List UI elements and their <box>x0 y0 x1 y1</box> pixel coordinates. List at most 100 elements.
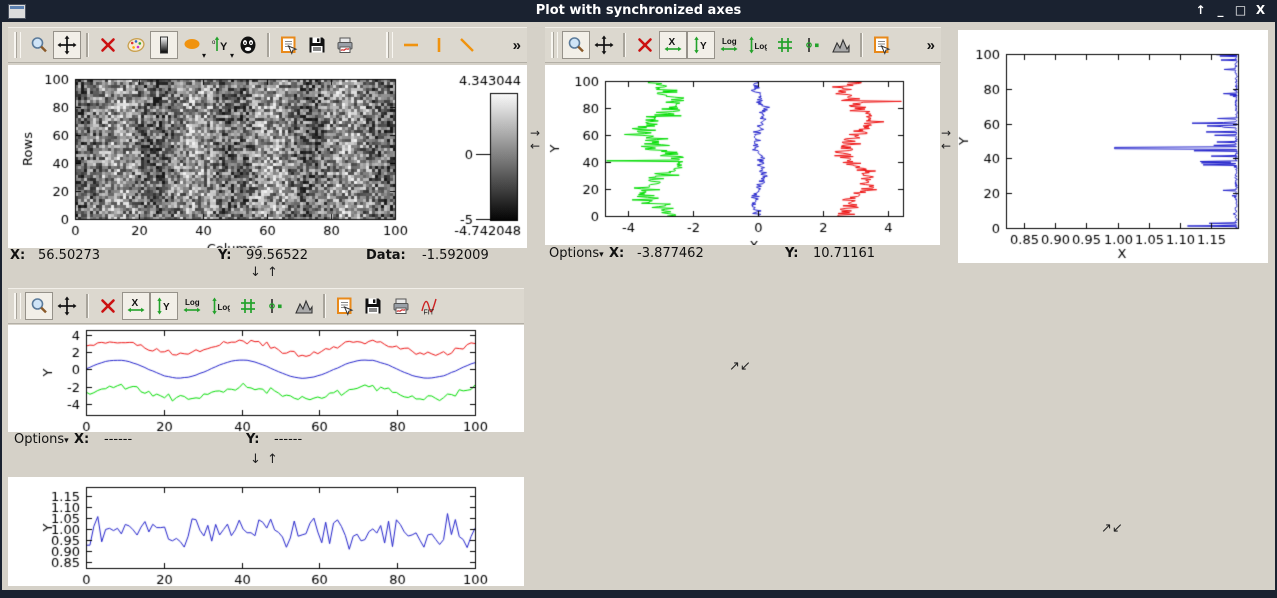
grid-icon <box>775 35 795 55</box>
ellipse-tool-button[interactable]: ▾ <box>178 31 206 59</box>
x-coordinate-value: 56.50273 <box>38 248 100 263</box>
data-value-label: Data: <box>366 248 406 263</box>
window-border-bottom <box>0 590 1277 598</box>
window-border-left <box>0 0 2 598</box>
print-button[interactable] <box>331 31 359 59</box>
xy-sync-arrows: ↗↙ <box>729 359 751 374</box>
copy-clipboard-button[interactable] <box>868 31 896 59</box>
x-autoscale-button[interactable]: X <box>659 31 687 59</box>
histogram-icon <box>294 296 314 316</box>
zoom-plot-canvas[interactable] <box>958 30 1268 263</box>
log-y-button[interactable]: Log <box>743 31 771 59</box>
copy-clipboard-button[interactable] <box>275 31 303 59</box>
x-sync-arrows: ↓ ↑ <box>250 265 279 280</box>
save-button[interactable] <box>303 31 331 59</box>
clipboard-icon <box>279 35 299 55</box>
svg-text:Log: Log <box>755 42 768 51</box>
hline-icon <box>401 35 421 55</box>
palette-icon <box>126 35 146 55</box>
pan-button[interactable] <box>53 292 81 320</box>
fit-button[interactable]: FIT <box>415 292 443 320</box>
grid-button[interactable] <box>771 31 799 59</box>
save-button[interactable] <box>359 292 387 320</box>
left-arrow-icon: ← <box>941 140 951 153</box>
log-x-button[interactable]: Log <box>715 31 743 59</box>
histogram-button[interactable] <box>827 31 855 59</box>
curve-style-button[interactable] <box>262 292 290 320</box>
curves-plot-canvas[interactable] <box>8 325 524 432</box>
clipboard-icon <box>872 35 892 55</box>
colorbar-icon <box>154 35 174 55</box>
red-x-icon <box>98 35 118 55</box>
y-coordinate-value: 10.71161 <box>813 246 875 261</box>
x-autoscale-button[interactable]: X <box>122 292 150 320</box>
data-value: -1.592009 <box>422 248 489 263</box>
zoom-button[interactable] <box>25 292 53 320</box>
y-autoscale-button[interactable]: Y <box>150 292 178 320</box>
y-coordinate-value: ------ <box>274 432 302 447</box>
toolbar-separator <box>267 33 270 57</box>
mask-tool-button[interactable] <box>234 31 262 59</box>
ellipse-icon <box>182 35 202 55</box>
clipboard-icon <box>335 296 355 316</box>
y-axis-menu-button[interactable]: oY▾ <box>206 31 234 59</box>
pan-button[interactable] <box>53 31 81 59</box>
toolbar-overflow-button[interactable]: » <box>509 37 525 54</box>
y-range-icon: Y <box>154 296 174 316</box>
pan-icon <box>594 35 614 55</box>
toolbar-separator <box>623 33 626 57</box>
toolbar-grip[interactable] <box>14 293 21 319</box>
toolbar-grip[interactable] <box>551 32 558 58</box>
zoom-button[interactable] <box>562 31 590 59</box>
oblique-line-button[interactable] <box>453 31 481 59</box>
options-dropdown[interactable]: Options▾ <box>14 432 69 447</box>
copy-clipboard-button[interactable] <box>331 292 359 320</box>
close-button[interactable]: X <box>1254 3 1267 17</box>
x-coordinate-value: ------ <box>104 432 132 447</box>
delete-items-button[interactable] <box>631 31 659 59</box>
toolbar-grip[interactable] <box>14 32 21 58</box>
titlebar: Plot with synchronized axes ↑ _ □ X <box>0 0 1277 22</box>
histogram-button[interactable] <box>290 292 318 320</box>
minimize-button[interactable]: _ <box>1214 3 1227 17</box>
toolbar-grip[interactable] <box>386 32 393 58</box>
delete-items-button[interactable] <box>94 31 122 59</box>
maximize-button[interactable]: □ <box>1234 3 1247 17</box>
print-button[interactable] <box>387 292 415 320</box>
curve-style-icon <box>803 35 823 55</box>
delete-items-button[interactable] <box>94 292 122 320</box>
left-arrow-icon: ← <box>530 140 540 153</box>
shade-button[interactable]: ↑ <box>1194 3 1207 17</box>
histogram-icon <box>831 35 851 55</box>
image-plot-canvas[interactable] <box>8 65 527 248</box>
log-y-button[interactable]: Log <box>206 292 234 320</box>
ratio-plot-canvas[interactable] <box>8 477 524 586</box>
chevron-down-icon: ▾ <box>64 436 69 446</box>
colorbar-toggle-button[interactable] <box>150 31 178 59</box>
magnifier-icon <box>566 35 586 55</box>
profiles-plot-canvas[interactable] <box>545 65 940 245</box>
y-autoscale-button[interactable]: Y <box>687 31 715 59</box>
y-coordinate-label: Y: <box>785 246 798 261</box>
zoom-button[interactable] <box>25 31 53 59</box>
vline-tool-button[interactable] <box>425 31 453 59</box>
vline-icon <box>429 35 449 55</box>
options-dropdown[interactable]: Options▾ <box>549 246 604 261</box>
hline-tool-button[interactable] <box>397 31 425 59</box>
log-x-button[interactable]: Log <box>178 292 206 320</box>
y-sync-arrows: → ← <box>530 127 540 153</box>
svg-text:X: X <box>669 37 676 48</box>
curve-style-button[interactable] <box>799 31 827 59</box>
zoom-plot-panel <box>958 30 1268 263</box>
colormap-button[interactable] <box>122 31 150 59</box>
x-range-icon: X <box>663 35 683 55</box>
xy-sync-arrows: ↗↙ <box>1101 521 1123 536</box>
x-coordinate-label: X: <box>609 246 624 261</box>
magnifier-icon <box>29 296 49 316</box>
toolbar-overflow-button[interactable]: » <box>923 37 939 54</box>
y-scale-icon: oY <box>210 35 230 55</box>
toolbar-separator <box>86 294 89 318</box>
svg-text:Y: Y <box>163 302 170 313</box>
grid-button[interactable] <box>234 292 262 320</box>
pan-button[interactable] <box>590 31 618 59</box>
